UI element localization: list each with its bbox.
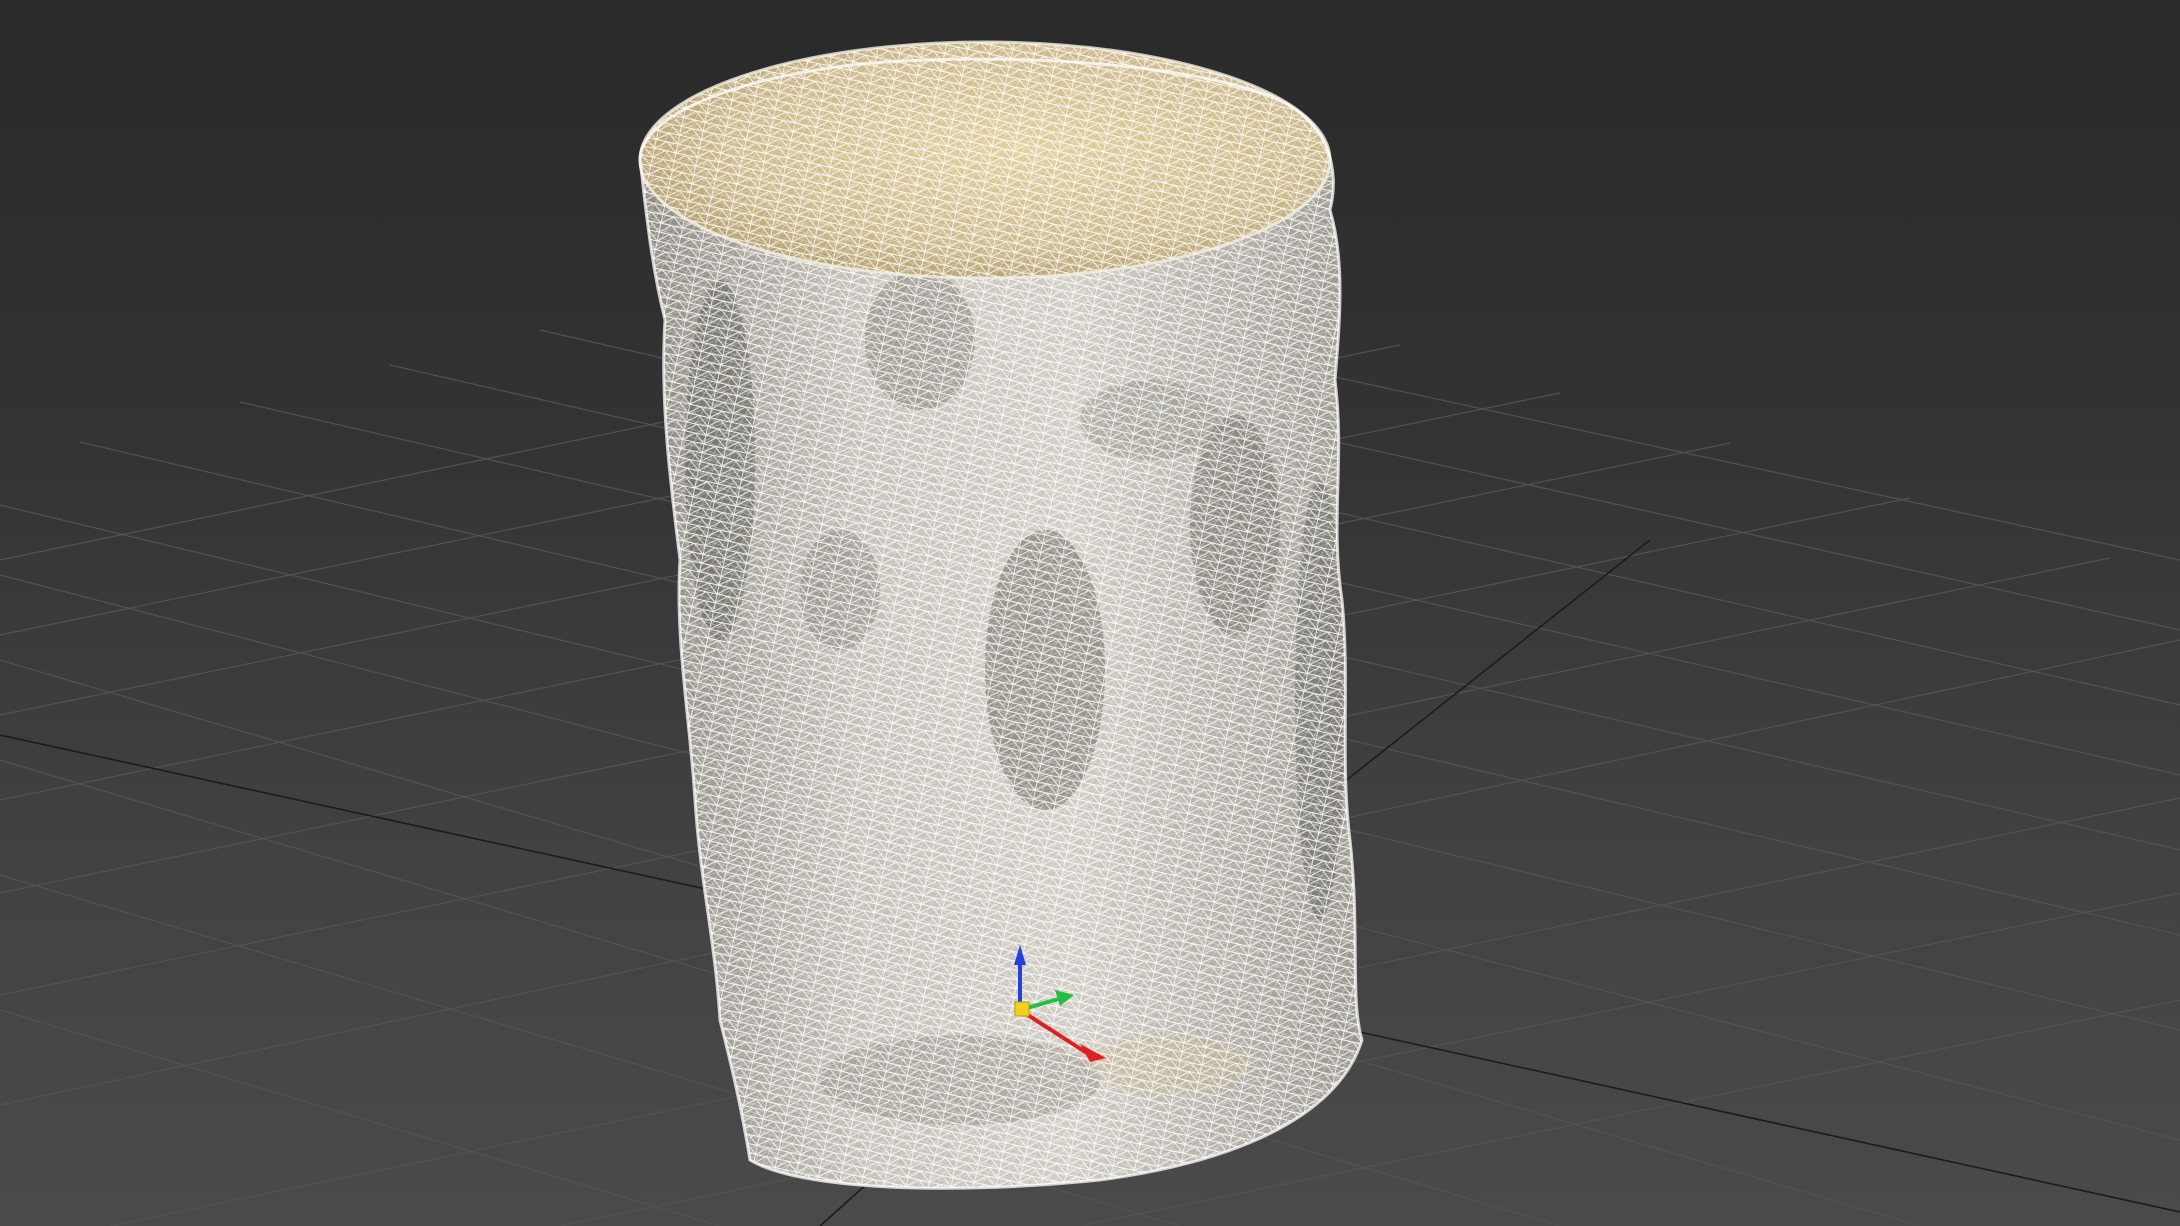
gizmo-center[interactable] [1014,1001,1030,1017]
viewport-canvas[interactable] [0,0,2180,1226]
tree-stump-mesh[interactable] [600,0,1400,1226]
3d-viewport[interactable] [0,0,2180,1226]
